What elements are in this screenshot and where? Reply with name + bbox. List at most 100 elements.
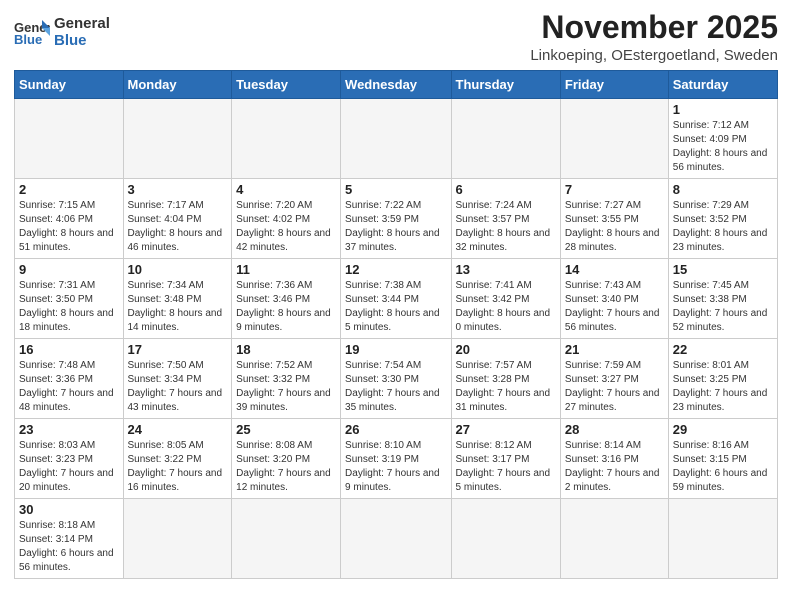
- logo-blue: Blue: [54, 33, 110, 50]
- day-number: 18: [236, 342, 336, 357]
- calendar-day: 6 Sunrise: 7:24 AM Sunset: 3:57 PM Daylig…: [451, 179, 560, 259]
- day-number: 24: [128, 422, 228, 437]
- month-title: November 2025: [530, 10, 778, 45]
- calendar-day: 20 Sunrise: 7:57 AM Sunset: 3:28 PM Dayli…: [451, 339, 560, 419]
- day-number: 13: [456, 262, 556, 277]
- day-info: Sunrise: 8:18 AM Sunset: 3:14 PM Dayligh…: [19, 519, 119, 575]
- col-thursday: Thursday: [451, 71, 560, 99]
- calendar-day: [560, 499, 668, 579]
- day-info: Sunrise: 7:15 AM Sunset: 4:06 PM Dayligh…: [19, 199, 119, 255]
- calendar-day: 8Sunrise: 7:29 AM Sunset: 3:52 PM Daylig…: [668, 179, 777, 259]
- day-info: Sunrise: 8:14 AM Sunset: 3:16 PM Dayligh…: [565, 439, 664, 495]
- day-number: 23: [19, 422, 119, 437]
- calendar-day: [232, 99, 341, 179]
- calendar-day: [123, 99, 232, 179]
- day-info: Sunrise: 7:50 AM Sunset: 3:34 PM Dayligh…: [128, 359, 228, 415]
- calendar-week-row: 9Sunrise: 7:31 AM Sunset: 3:50 PM Daylig…: [15, 259, 778, 339]
- calendar-day: [232, 499, 341, 579]
- calendar-day: 18 Sunrise: 7:52 AM Sunset: 3:32 PM Dayli…: [232, 339, 341, 419]
- col-friday: Friday: [560, 71, 668, 99]
- title-block: November 2025 Linkoeping, OEstergoetland…: [530, 10, 778, 64]
- day-info: Sunrise: 7:48 AM Sunset: 3:36 PM Dayligh…: [19, 359, 119, 415]
- day-info: Sunrise: 8:16 AM Sunset: 3:15 PM Dayligh…: [673, 439, 773, 495]
- day-info: Sunrise: 8:10 AM Sunset: 3:19 PM Dayligh…: [345, 439, 446, 495]
- calendar-week-row: 23Sunrise: 8:03 AM Sunset: 3:23 PM Dayli…: [15, 419, 778, 499]
- day-info: Sunrise: 7:34 AM Sunset: 3:48 PM Dayligh…: [128, 279, 228, 335]
- day-number: 25: [236, 422, 336, 437]
- calendar: Sunday Monday Tuesday Wednesday Thursday…: [14, 70, 778, 579]
- calendar-day: [123, 499, 232, 579]
- day-info: Sunrise: 7:43 AM Sunset: 3:40 PM Dayligh…: [565, 279, 664, 335]
- day-info: Sunrise: 7:24 AM Sunset: 3:57 PM Dayligh…: [456, 199, 556, 255]
- calendar-day: [560, 99, 668, 179]
- day-number: 16: [19, 342, 119, 357]
- day-number: 27: [456, 422, 556, 437]
- day-info: Sunrise: 7:29 AM Sunset: 3:52 PM Dayligh…: [673, 199, 773, 255]
- day-number: 5: [345, 182, 446, 197]
- day-number: 26: [345, 422, 446, 437]
- day-number: 22: [673, 342, 773, 357]
- calendar-header-row: Sunday Monday Tuesday Wednesday Thursday…: [15, 71, 778, 99]
- day-info: Sunrise: 8:08 AM Sunset: 3:20 PM Dayligh…: [236, 439, 336, 495]
- day-info: Sunrise: 7:41 AM Sunset: 3:42 PM Dayligh…: [456, 279, 556, 335]
- logo-general: General: [54, 16, 110, 33]
- logo-icon: General Blue: [14, 18, 50, 48]
- calendar-day: 28Sunrise: 8:14 AM Sunset: 3:16 PM Dayli…: [560, 419, 668, 499]
- day-info: Sunrise: 7:52 AM Sunset: 3:32 PM Dayligh…: [236, 359, 336, 415]
- calendar-day: 29 Sunrise: 8:16 AM Sunset: 3:15 PM Dayli…: [668, 419, 777, 499]
- col-tuesday: Tuesday: [232, 71, 341, 99]
- calendar-day: 16 Sunrise: 7:48 AM Sunset: 3:36 PM Dayli…: [15, 339, 124, 419]
- calendar-day: 25 Sunrise: 8:08 AM Sunset: 3:20 PM Dayli…: [232, 419, 341, 499]
- day-info: Sunrise: 8:05 AM Sunset: 3:22 PM Dayligh…: [128, 439, 228, 495]
- day-info: Sunrise: 7:57 AM Sunset: 3:28 PM Dayligh…: [456, 359, 556, 415]
- calendar-day: 5Sunrise: 7:22 AM Sunset: 3:59 PM Daylig…: [341, 179, 451, 259]
- day-number: 10: [128, 262, 228, 277]
- calendar-day: 2 Sunrise: 7:15 AM Sunset: 4:06 PM Daylig…: [15, 179, 124, 259]
- day-info: Sunrise: 7:54 AM Sunset: 3:30 PM Dayligh…: [345, 359, 446, 415]
- calendar-day: [341, 499, 451, 579]
- calendar-day: 10 Sunrise: 7:34 AM Sunset: 3:48 PM Dayli…: [123, 259, 232, 339]
- calendar-day: 23Sunrise: 8:03 AM Sunset: 3:23 PM Dayli…: [15, 419, 124, 499]
- day-number: 19: [345, 342, 446, 357]
- day-info: Sunrise: 7:20 AM Sunset: 4:02 PM Dayligh…: [236, 199, 336, 255]
- day-number: 15: [673, 262, 773, 277]
- day-number: 11: [236, 262, 336, 277]
- calendar-day: [341, 99, 451, 179]
- calendar-day: 22 Sunrise: 8:01 AM Sunset: 3:25 PM Dayli…: [668, 339, 777, 419]
- day-number: 4: [236, 182, 336, 197]
- calendar-day: 13 Sunrise: 7:41 AM Sunset: 3:42 PM Dayli…: [451, 259, 560, 339]
- calendar-day: [451, 99, 560, 179]
- day-number: 1: [673, 102, 773, 117]
- col-saturday: Saturday: [668, 71, 777, 99]
- calendar-day: 7Sunrise: 7:27 AM Sunset: 3:55 PM Daylig…: [560, 179, 668, 259]
- day-number: 2: [19, 182, 119, 197]
- calendar-day: 12Sunrise: 7:38 AM Sunset: 3:44 PM Dayli…: [341, 259, 451, 339]
- day-info: Sunrise: 7:45 AM Sunset: 3:38 PM Dayligh…: [673, 279, 773, 335]
- day-number: 21: [565, 342, 664, 357]
- calendar-week-row: 30Sunrise: 8:18 AM Sunset: 3:14 PM Dayli…: [15, 499, 778, 579]
- page: General Blue General Blue November 2025 …: [0, 0, 792, 593]
- calendar-day: [668, 499, 777, 579]
- calendar-day: [15, 99, 124, 179]
- calendar-week-row: 16 Sunrise: 7:48 AM Sunset: 3:36 PM Dayli…: [15, 339, 778, 419]
- calendar-day: 26 Sunrise: 8:10 AM Sunset: 3:19 PM Dayli…: [341, 419, 451, 499]
- day-info: Sunrise: 7:31 AM Sunset: 3:50 PM Dayligh…: [19, 279, 119, 335]
- col-wednesday: Wednesday: [341, 71, 451, 99]
- col-monday: Monday: [123, 71, 232, 99]
- day-number: 12: [345, 262, 446, 277]
- svg-text:Blue: Blue: [14, 32, 42, 47]
- calendar-day: 9Sunrise: 7:31 AM Sunset: 3:50 PM Daylig…: [15, 259, 124, 339]
- day-number: 3: [128, 182, 228, 197]
- calendar-day: 17Sunrise: 7:50 AM Sunset: 3:34 PM Dayli…: [123, 339, 232, 419]
- day-number: 6: [456, 182, 556, 197]
- calendar-day: 14 Sunrise: 7:43 AM Sunset: 3:40 PM Dayli…: [560, 259, 668, 339]
- day-number: 29: [673, 422, 773, 437]
- day-number: 14: [565, 262, 664, 277]
- calendar-day: 11Sunrise: 7:36 AM Sunset: 3:46 PM Dayli…: [232, 259, 341, 339]
- calendar-day: 1Sunrise: 7:12 AM Sunset: 4:09 PM Daylig…: [668, 99, 777, 179]
- day-number: 7: [565, 182, 664, 197]
- day-number: 20: [456, 342, 556, 357]
- day-info: Sunrise: 8:01 AM Sunset: 3:25 PM Dayligh…: [673, 359, 773, 415]
- calendar-day: 3Sunrise: 7:17 AM Sunset: 4:04 PM Daylig…: [123, 179, 232, 259]
- calendar-day: 27Sunrise: 8:12 AM Sunset: 3:17 PM Dayli…: [451, 419, 560, 499]
